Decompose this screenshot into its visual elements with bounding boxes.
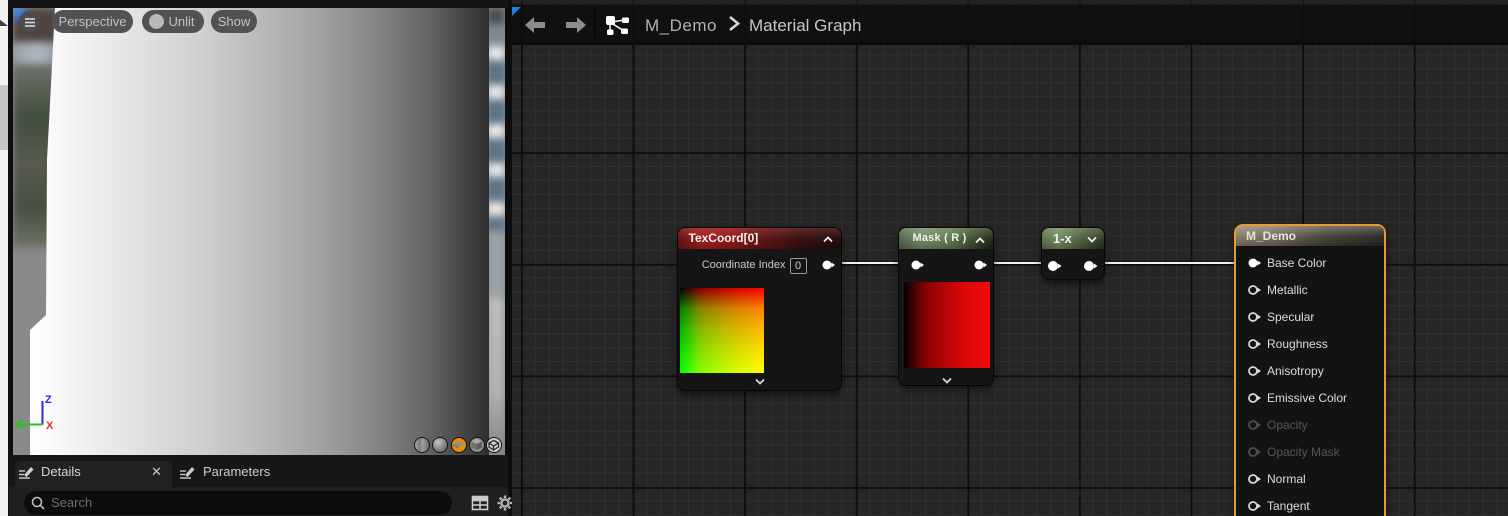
svg-text:X: X <box>46 420 54 432</box>
svg-text:Z: Z <box>45 394 52 406</box>
